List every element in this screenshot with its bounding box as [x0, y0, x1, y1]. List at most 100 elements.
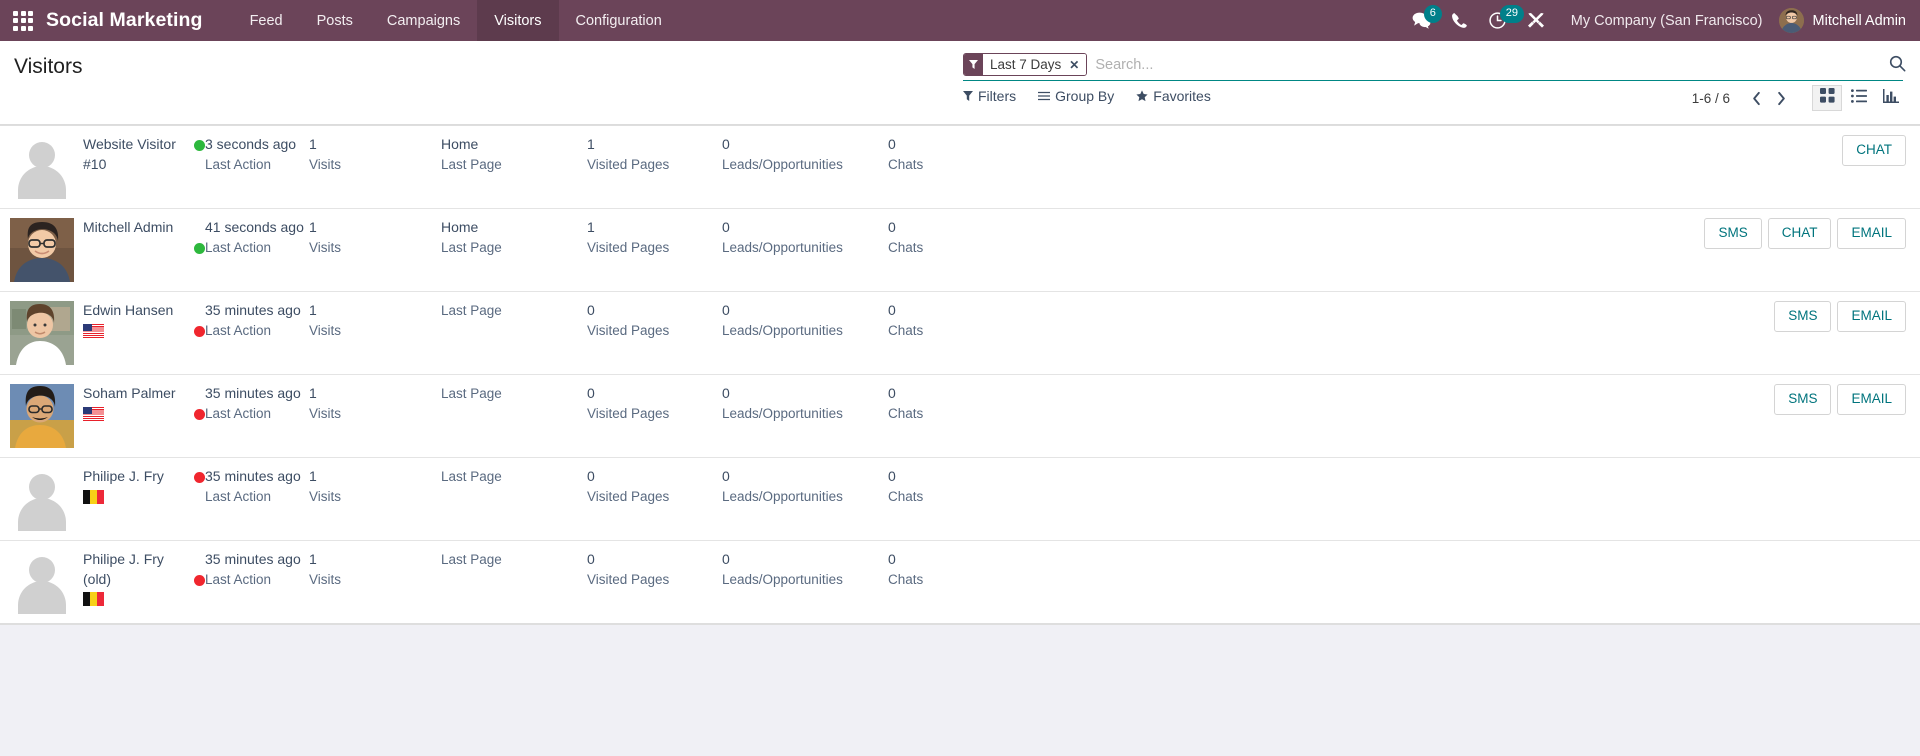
last-action-label: Last Action — [205, 571, 272, 587]
app-brand-title[interactable]: Social Marketing — [46, 9, 209, 32]
chats-value: 0 — [888, 302, 896, 318]
row-visits: 1 Visits — [309, 384, 441, 423]
row-visitor-name-cell: Edwin Hansen — [75, 301, 205, 338]
visits-label: Visits — [309, 156, 342, 172]
chat-button[interactable]: CHAT — [1767, 218, 1832, 249]
avatar-placeholder-icon — [10, 467, 74, 531]
sms-button[interactable]: SMS — [1704, 218, 1762, 249]
last-action-label: Last Action — [205, 322, 272, 338]
control-panel: Visitors Last 7 Days ✕ Filters — [0, 41, 1920, 125]
last-page-value: Home — [441, 219, 479, 235]
row-last-action: 35 minutes ago Last Action — [205, 301, 309, 340]
phone-icon — [1451, 12, 1468, 29]
search-magnifier-icon[interactable] — [1889, 55, 1906, 77]
leads-value: 0 — [722, 136, 730, 152]
chevron-left-icon[interactable] — [1744, 91, 1769, 106]
last-action-label: Last Action — [205, 156, 272, 172]
search-dropdown-buttons: Filters Group By Favorites — [963, 88, 1233, 104]
pager-count: 1-6 / 6 — [1691, 90, 1730, 106]
row-last-page: Last Page — [441, 301, 587, 321]
table-row[interactable]: Website Visitor #10 3 seconds ago Last A… — [0, 126, 1920, 209]
last-page-label: Last Page — [441, 239, 502, 255]
messages-badge: 6 — [1423, 5, 1442, 23]
debug-tools-icon — [1527, 12, 1545, 30]
visited-pages-label: Visited Pages — [587, 322, 670, 338]
visitor-name: Edwin Hansen — [83, 302, 174, 318]
status-dot-online — [194, 140, 205, 151]
view-button-list[interactable] — [1844, 85, 1874, 111]
view-button-graph[interactable] — [1876, 85, 1906, 111]
view-button-kanban[interactable] — [1812, 85, 1842, 111]
search-input[interactable] — [1095, 53, 1903, 76]
visitors-list: Website Visitor #10 3 seconds ago Last A… — [0, 125, 1920, 625]
menu-item-campaigns[interactable]: Campaigns — [370, 0, 477, 41]
visitor-name: Philipe J. Fry — [83, 468, 164, 484]
row-chats: 0 Chats — [888, 550, 1018, 589]
leads-value: 0 — [722, 385, 730, 401]
filters-button[interactable]: Filters — [963, 88, 1016, 104]
activities-menu-button[interactable]: 29 — [1478, 0, 1524, 41]
table-row[interactable]: Edwin Hansen 35 minutes ago Last Action … — [0, 292, 1920, 375]
table-row[interactable]: Philipe J. Fry (old) 35 minutes ago Last… — [0, 541, 1920, 624]
row-visited-pages: 0 Visited Pages — [587, 550, 722, 589]
menu-item-visitors[interactable]: Visitors — [477, 0, 559, 41]
page-title: Visitors — [14, 55, 83, 78]
email-button[interactable]: EMAIL — [1837, 384, 1906, 415]
navbar-systray: 6 29 My Company (San Francisco) Mitchell… — [1402, 0, 1920, 41]
user-menu-button[interactable]: Mitchell Admin — [1775, 8, 1906, 33]
menu-item-configuration[interactable]: Configuration — [559, 0, 679, 41]
chats-value: 0 — [888, 136, 896, 152]
table-row[interactable]: Mitchell Admin 41 seconds ago Last Actio… — [0, 209, 1920, 292]
status-dot-offline — [194, 326, 205, 337]
apps-grid-icon — [13, 10, 33, 31]
status-dot-offline — [194, 575, 205, 586]
visited-pages-label: Visited Pages — [587, 239, 670, 255]
apps-menu-button[interactable] — [0, 0, 46, 41]
debug-tools-button[interactable] — [1517, 0, 1555, 41]
row-visitor-name-cell: Philipe J. Fry — [75, 467, 205, 504]
last-page-label: Last Page — [441, 386, 502, 401]
chevron-right-icon[interactable] — [1769, 91, 1794, 106]
chat-button[interactable]: CHAT — [1842, 135, 1906, 166]
chats-value: 0 — [888, 468, 896, 484]
sms-button[interactable]: SMS — [1774, 384, 1832, 415]
row-visitor-name-cell: Website Visitor #10 — [75, 135, 205, 174]
last-action-value: 3 seconds ago — [205, 136, 297, 152]
visits-label: Visits — [309, 405, 342, 421]
last-action-value: 35 minutes ago — [205, 468, 301, 484]
row-avatar — [0, 218, 75, 282]
table-row[interactable]: Philipe J. Fry 35 minutes ago Last Actio… — [0, 458, 1920, 541]
visits-value: 1 — [309, 468, 317, 484]
menu-item-feed[interactable]: Feed — [233, 0, 300, 41]
company-switcher[interactable]: My Company (San Francisco) — [1555, 13, 1775, 29]
favorites-button[interactable]: Favorites — [1136, 88, 1211, 104]
visited-pages-value: 0 — [587, 385, 595, 401]
chats-label: Chats — [888, 405, 924, 421]
avatar — [1778, 8, 1804, 33]
row-actions: SMS EMAIL — [1018, 384, 1920, 415]
visits-value: 1 — [309, 385, 317, 401]
main-menu: Feed Posts Campaigns Visitors Configurat… — [233, 0, 679, 41]
group-by-button[interactable]: Group By — [1038, 88, 1114, 104]
sms-button[interactable]: SMS — [1774, 301, 1832, 332]
visited-pages-label: Visited Pages — [587, 571, 670, 587]
email-button[interactable]: EMAIL — [1837, 218, 1906, 249]
leads-label: Leads/Opportunities — [722, 571, 843, 587]
visited-pages-label: Visited Pages — [587, 405, 670, 421]
visited-pages-value: 1 — [587, 219, 595, 235]
menu-item-posts[interactable]: Posts — [300, 0, 370, 41]
messages-menu-button[interactable]: 6 — [1402, 0, 1442, 41]
visitor-name: Philipe J. Fry (old) — [83, 551, 164, 587]
row-visits: 1 Visits — [309, 467, 441, 506]
status-dot-online — [194, 242, 205, 254]
email-button[interactable]: EMAIL — [1837, 301, 1906, 332]
avatar-photo — [10, 301, 74, 365]
table-row[interactable]: Soham Palmer 35 minutes ago Last Action … — [0, 375, 1920, 458]
leads-label: Leads/Opportunities — [722, 239, 843, 255]
visits-value: 1 — [309, 302, 317, 318]
voip-phone-button[interactable] — [1441, 0, 1478, 41]
facet-close-icon[interactable]: ✕ — [1067, 54, 1087, 75]
search-facet-last-7-days[interactable]: Last 7 Days ✕ — [963, 53, 1088, 76]
row-chats: 0 Chats — [888, 384, 1018, 423]
visits-label: Visits — [309, 488, 342, 504]
